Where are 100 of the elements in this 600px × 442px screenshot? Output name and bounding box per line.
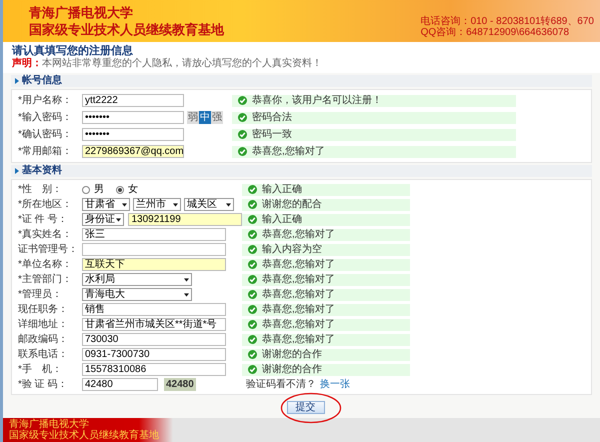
check-icon (248, 305, 257, 314)
field-label: 邮政编码： (17, 334, 69, 344)
check-icon (248, 215, 257, 224)
check-icon (238, 113, 247, 122)
field-label: *管理员： (17, 290, 63, 300)
dropdown[interactable]: 城关区 (184, 198, 234, 211)
captcha-image: 42480 (164, 378, 196, 391)
validation-message: 恭喜您,您输对了 (242, 258, 410, 270)
input-field[interactable]: 42480 (82, 378, 158, 391)
field-label: *所在地区： (17, 200, 73, 210)
phone-contact: 电话咨询：010 - 82038101转689、670 (420, 16, 594, 27)
validation-message: 恭喜您,您输对了 (242, 228, 410, 240)
field-label: *验 证 码： (17, 380, 68, 390)
check-icon (248, 185, 257, 194)
site-subtitle: 国家级专业技术人员继续教育基地 (29, 21, 224, 38)
check-icon (248, 245, 257, 254)
refresh-link[interactable]: 换一张 (320, 380, 350, 390)
field-label: *证 件 号： (17, 214, 68, 224)
radio-button[interactable] (116, 186, 124, 194)
input-field[interactable]: 15578310086 (82, 363, 226, 376)
input-field[interactable]: 0931-7300730 (82, 348, 226, 361)
strength-indicator: 弱 (187, 111, 199, 124)
field-label: *主管部门： (17, 274, 73, 284)
validation-message: 恭喜您,您输对了 (242, 304, 410, 316)
field-label: *真实姓名： (17, 230, 73, 240)
dropdown[interactable]: 身份证 (82, 213, 124, 226)
dropdown[interactable]: 青海电大 (82, 288, 192, 301)
field-label: 详细地址： (17, 320, 69, 330)
validation-message: 恭喜您,您输对了 (242, 334, 410, 346)
field-label: *性 别： (17, 184, 63, 194)
input-field[interactable]: 甘肃省兰州市城关区**街道*号 (82, 318, 226, 331)
validation-message: 恭喜您,您输对了 (232, 146, 516, 158)
validation-message: 恭喜您,您输对了 (242, 274, 410, 286)
field-label: *手 机： (17, 364, 63, 374)
validation-message: 谢谢您的合作 (242, 348, 410, 360)
strength-indicator: 强 (211, 111, 223, 124)
validation-message: 密码合法 (232, 112, 516, 124)
input-field[interactable]: 张三 (82, 228, 226, 241)
check-icon (238, 130, 247, 139)
dropdown[interactable]: 甘肃省 (82, 198, 130, 211)
input-field[interactable]: 130921199 (128, 213, 242, 226)
validation-message: 谢谢您的配合 (242, 198, 410, 210)
captcha-hint: 验证码看不清？ (246, 380, 316, 390)
section-header: 帐号信息 (11, 75, 592, 87)
input-field[interactable]: 互联天下 (82, 258, 226, 271)
input-field[interactable]: ••••••• (82, 111, 184, 124)
radio-label: 女 (128, 184, 138, 194)
annotation-ellipse (280, 392, 342, 424)
caret-icon (116, 218, 122, 222)
check-icon (248, 365, 257, 374)
validation-message: 恭喜你，该用户名可以注册！ (232, 94, 516, 106)
check-icon (248, 350, 257, 359)
field-label: 现任职务： (17, 304, 69, 314)
check-icon (248, 335, 257, 344)
check-icon (248, 290, 257, 299)
triangle-icon (15, 78, 19, 84)
input-field[interactable]: ••••••• (82, 128, 184, 141)
check-icon (248, 260, 257, 269)
submit-button[interactable]: 提交 (286, 401, 324, 414)
validation-message: 恭喜您,您输对了 (242, 288, 410, 300)
input-field[interactable] (82, 243, 226, 256)
caret-icon (122, 202, 127, 206)
footer-banner: 青海广播电视大学 国家级专业技术人员继续教育基地 (3, 418, 173, 442)
radio-button[interactable] (82, 186, 90, 194)
dropdown[interactable]: 水利局 (82, 273, 192, 286)
caret-icon (173, 202, 178, 206)
input-field[interactable]: 2279869367@qq.com (82, 145, 184, 158)
validation-message: 密码一致 (232, 128, 516, 140)
input-field[interactable]: 730030 (82, 333, 226, 346)
page-title: 请认真填写您的注册信息 (12, 44, 134, 58)
validation-message: 恭喜您,您输对了 (242, 318, 410, 330)
caret-icon (184, 292, 189, 296)
validation-message: 输入正确 (242, 184, 410, 196)
field-label: *用户名称： (17, 96, 73, 106)
triangle-icon (15, 168, 19, 174)
check-icon (238, 147, 247, 156)
check-icon (238, 96, 247, 105)
check-icon (248, 200, 257, 209)
field-label: *确认密码： (17, 130, 73, 140)
section-header: 基本资料 (11, 165, 592, 177)
school-name: 青海广播电视大学 (29, 4, 134, 21)
field-label: *单位名称： (17, 260, 73, 270)
check-icon (248, 275, 257, 284)
validation-message: 输入正确 (242, 214, 410, 226)
strength-indicator: 中 (199, 111, 211, 124)
validation-message: 输入内容为空 (242, 244, 410, 256)
dropdown[interactable]: 兰州市 (133, 198, 181, 211)
caret-icon (184, 278, 189, 282)
qq-contact: QQ咨询：648712909\664636078 (420, 27, 570, 38)
radio-label: 男 (94, 184, 104, 194)
input-field[interactable]: ytt2222 (82, 94, 184, 107)
notice-text: 声明：本网站非常尊重您的个人隐私，请放心填写您的个人真实资料！ (12, 58, 323, 70)
check-icon (248, 230, 257, 239)
field-label: 联系电话： (17, 350, 69, 360)
check-icon (248, 320, 257, 329)
caret-icon (226, 202, 231, 206)
field-label: *常用邮箱： (17, 146, 73, 156)
validation-message: 谢谢您的合作 (242, 364, 410, 376)
input-field[interactable]: 销售 (82, 303, 226, 316)
field-label: *输入密码： (17, 112, 73, 122)
